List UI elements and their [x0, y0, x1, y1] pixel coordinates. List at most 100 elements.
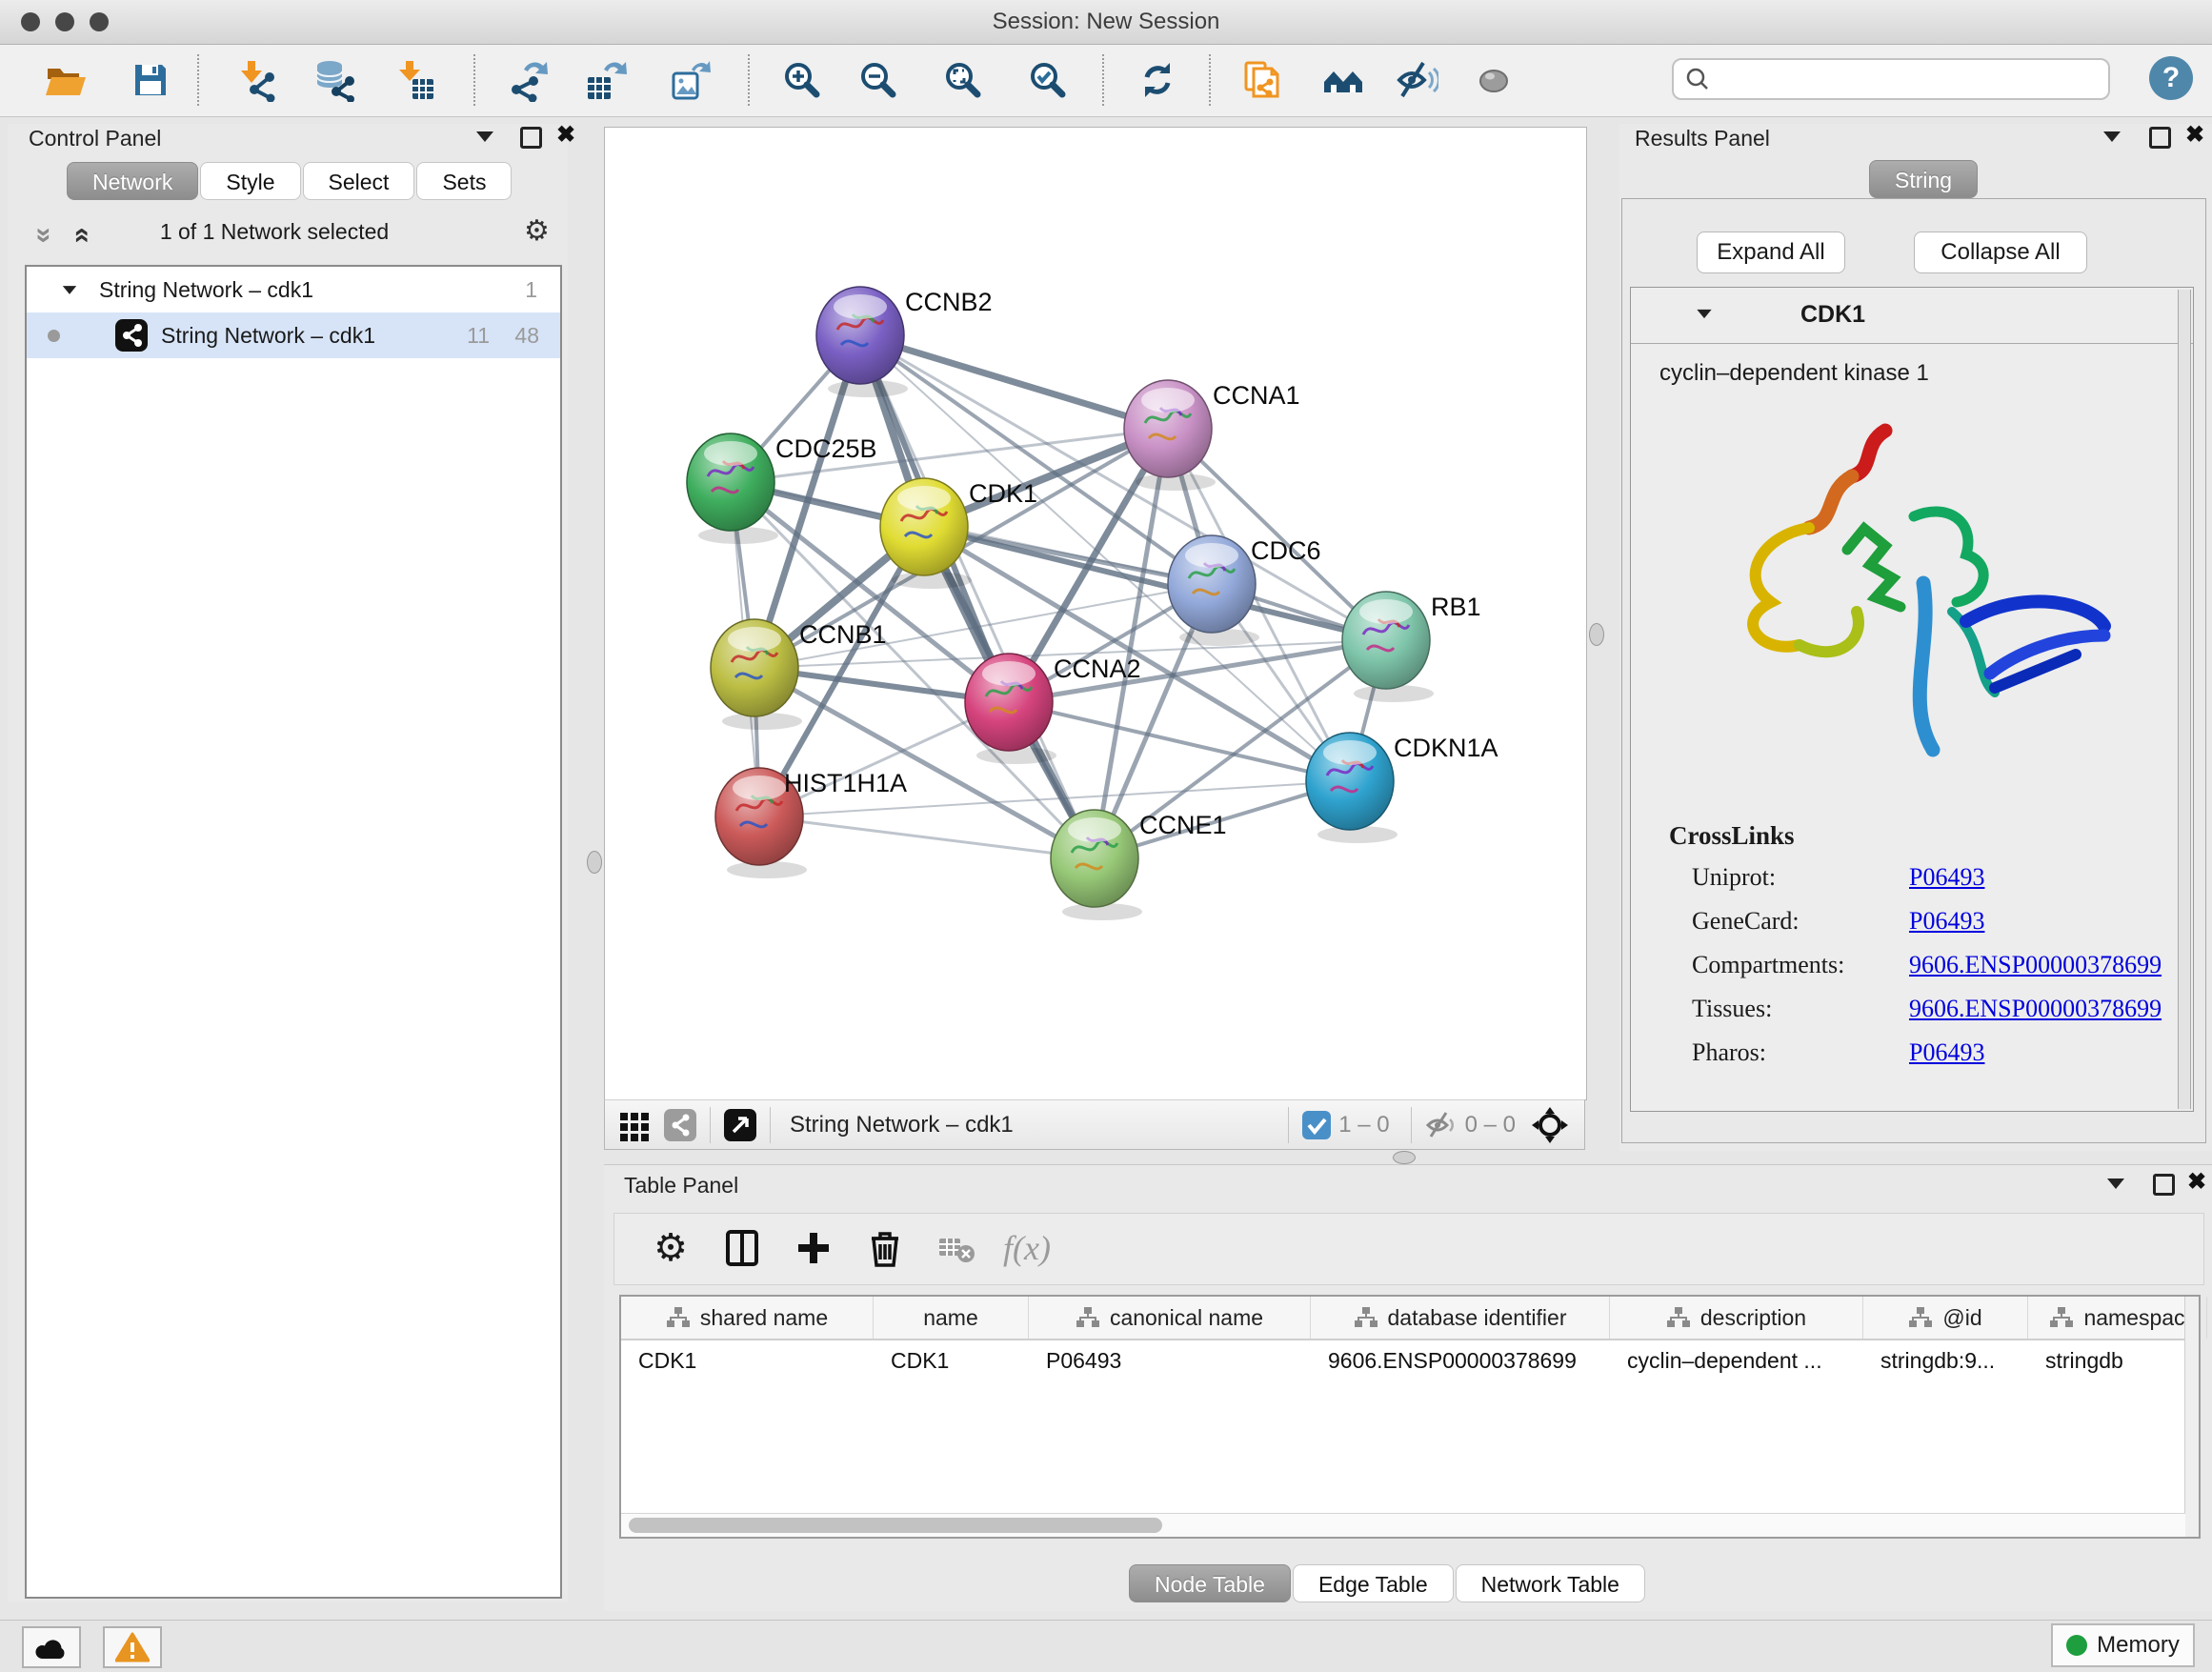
collapse-all-button[interactable]: Collapse All — [1914, 232, 2087, 273]
column-header-namespac[interactable]: namespac — [2028, 1297, 2207, 1339]
hidden-eye-slash-icon[interactable] — [1425, 1109, 1458, 1141]
column-header-name[interactable]: name — [874, 1297, 1029, 1339]
left-splitter-handle[interactable] — [587, 851, 602, 874]
selected-checkbox-icon[interactable] — [1302, 1111, 1331, 1139]
open-session-icon[interactable] — [43, 58, 87, 102]
help-button[interactable]: ? — [2149, 56, 2193, 100]
results-scrollbar[interactable] — [2178, 290, 2191, 1109]
network-selection-summary: 1 of 1 Network selected — [8, 219, 541, 245]
zoom-fit-icon[interactable] — [941, 58, 985, 102]
cell-namespac[interactable]: stringdb — [2028, 1340, 2207, 1380]
function-builder-icon[interactable]: f(x) — [1003, 1227, 1079, 1269]
footer-separator — [1288, 1107, 1289, 1143]
network-node-CCNE1[interactable] — [1051, 810, 1142, 920]
export-table-icon[interactable] — [583, 58, 627, 102]
tab-select[interactable]: Select — [303, 162, 415, 200]
scrollbar-thumb[interactable] — [629, 1518, 1162, 1533]
panel-close-icon[interactable]: ✖ — [2185, 126, 2204, 145]
export-network-icon[interactable] — [505, 58, 549, 102]
panel-float-icon[interactable] — [2149, 127, 2171, 149]
string-network-graph[interactable]: CCNB2CCNA1CDC25BCDK1CDC6RB1CCNB1CCNA2CDK… — [605, 128, 1586, 1099]
panel-float-icon[interactable] — [2153, 1174, 2175, 1196]
network-options-gear-icon[interactable]: ⚙ — [524, 214, 550, 248]
cell-shared-name[interactable]: CDK1 — [621, 1340, 874, 1380]
tab-network[interactable]: Network — [67, 162, 198, 200]
network-node-CDC6[interactable] — [1168, 535, 1259, 646]
import-table-from-file-icon[interactable] — [393, 58, 437, 102]
tab-node-table[interactable]: Node Table — [1129, 1564, 1291, 1602]
crosslink-link[interactable]: 9606.ENSP00000378699 — [1909, 951, 2162, 979]
warning-status-button[interactable] — [103, 1626, 162, 1668]
apply-layout-refresh-icon[interactable] — [1136, 58, 1179, 102]
network-node-CCNB2[interactable] — [816, 287, 908, 397]
panel-menu-icon[interactable] — [476, 131, 493, 142]
create-column-icon[interactable] — [793, 1227, 835, 1269]
network-row-selected[interactable]: String Network – cdk1 11 48 — [27, 312, 560, 358]
crosslink-link[interactable]: 9606.ENSP00000378699 — [1909, 995, 2162, 1023]
memory-status-dot — [2066, 1635, 2087, 1656]
cell-canonical-name[interactable]: P06493 — [1029, 1340, 1311, 1380]
cell-name[interactable]: CDK1 — [874, 1340, 1029, 1380]
panel-close-icon[interactable]: ✖ — [556, 126, 575, 145]
first-neighbors-icon[interactable] — [1321, 58, 1365, 102]
network-node-RB1[interactable] — [1342, 592, 1434, 702]
zoom-out-icon[interactable] — [856, 58, 900, 102]
panel-float-icon[interactable] — [520, 127, 542, 149]
cloud-status-button[interactable] — [22, 1626, 81, 1668]
network-view-canvas[interactable]: CCNB2CCNA1CDC25BCDK1CDC6RB1CCNB1CCNA2CDK… — [604, 127, 1587, 1100]
cell-description[interactable]: cyclin–dependent ... — [1610, 1340, 1863, 1380]
delete-table-icon[interactable] — [935, 1227, 977, 1269]
show-columns-icon[interactable] — [721, 1227, 763, 1269]
tab-network-table[interactable]: Network Table — [1456, 1564, 1645, 1602]
table-horizontal-scrollbar[interactable] — [621, 1513, 2185, 1537]
network-node-CDC25B[interactable] — [687, 433, 778, 544]
collection-expand-icon[interactable] — [63, 286, 76, 294]
hide-selected-icon[interactable] — [1395, 58, 1438, 102]
open-in-new-window-icon[interactable] — [724, 1109, 756, 1141]
table-vertical-scrollbar[interactable] — [2184, 1297, 2199, 1537]
table-options-gear-icon[interactable]: ⚙ — [650, 1227, 692, 1269]
import-network-from-database-icon[interactable] — [313, 58, 357, 102]
memory-button[interactable]: Memory — [2051, 1623, 2195, 1667]
cloud-icon — [34, 1634, 69, 1661]
network-node-CCNA2[interactable] — [965, 654, 1056, 764]
right-splitter-handle[interactable] — [1589, 623, 1604, 646]
search-input[interactable] — [1710, 66, 2108, 92]
column-header-@id[interactable]: @id — [1863, 1297, 2028, 1339]
network-edge-count: 48 — [514, 323, 539, 349]
collapse-entry-icon[interactable] — [1697, 310, 1711, 318]
tab-edge-table[interactable]: Edge Table — [1293, 1564, 1454, 1602]
column-header-database-identifier[interactable]: database identifier — [1311, 1297, 1610, 1339]
crosslink-link[interactable]: P06493 — [1909, 863, 1984, 892]
column-header-shared-name[interactable]: shared name — [621, 1297, 874, 1339]
expand-all-button[interactable]: Expand All — [1697, 232, 1845, 273]
cell-@id[interactable]: stringdb:9... — [1863, 1340, 2028, 1380]
import-network-from-file-icon[interactable] — [235, 58, 279, 102]
cell-database-identifier[interactable]: 9606.ENSP00000378699 — [1311, 1340, 1610, 1380]
show-all-icon[interactable] — [1472, 58, 1516, 102]
column-header-canonical-name[interactable]: canonical name — [1029, 1297, 1311, 1339]
tab-style[interactable]: Style — [200, 162, 300, 200]
network-badge-icon[interactable] — [664, 1109, 696, 1141]
network-collection-row[interactable]: String Network – cdk1 1 — [27, 267, 560, 312]
column-header-description[interactable]: description — [1610, 1297, 1863, 1339]
tab-sets[interactable]: Sets — [416, 162, 512, 200]
zoom-in-icon[interactable] — [780, 58, 824, 102]
crosslink-link[interactable]: P06493 — [1909, 1038, 1984, 1067]
tab-string[interactable]: String — [1869, 160, 1978, 198]
birdseye-navigator-icon[interactable] — [1531, 1106, 1569, 1144]
bottom-splitter-handle[interactable] — [1393, 1151, 1416, 1164]
zoom-selected-icon[interactable] — [1026, 58, 1070, 102]
export-image-icon[interactable] — [667, 58, 711, 102]
clone-network-icon[interactable] — [1239, 58, 1283, 102]
panel-menu-icon[interactable] — [2107, 1178, 2124, 1189]
panel-menu-icon[interactable] — [2103, 131, 2121, 142]
panel-close-icon[interactable]: ✖ — [2187, 1173, 2206, 1192]
delete-column-icon[interactable] — [864, 1227, 906, 1269]
global-search-box[interactable] — [1672, 58, 2110, 100]
crosslink-link[interactable]: P06493 — [1909, 907, 1984, 936]
save-session-icon[interactable] — [129, 58, 172, 102]
grid-view-icon[interactable] — [618, 1109, 651, 1141]
network-node-CDKN1A[interactable] — [1306, 733, 1398, 843]
node-detail-header[interactable]: CDK1 — [1631, 288, 2193, 344]
